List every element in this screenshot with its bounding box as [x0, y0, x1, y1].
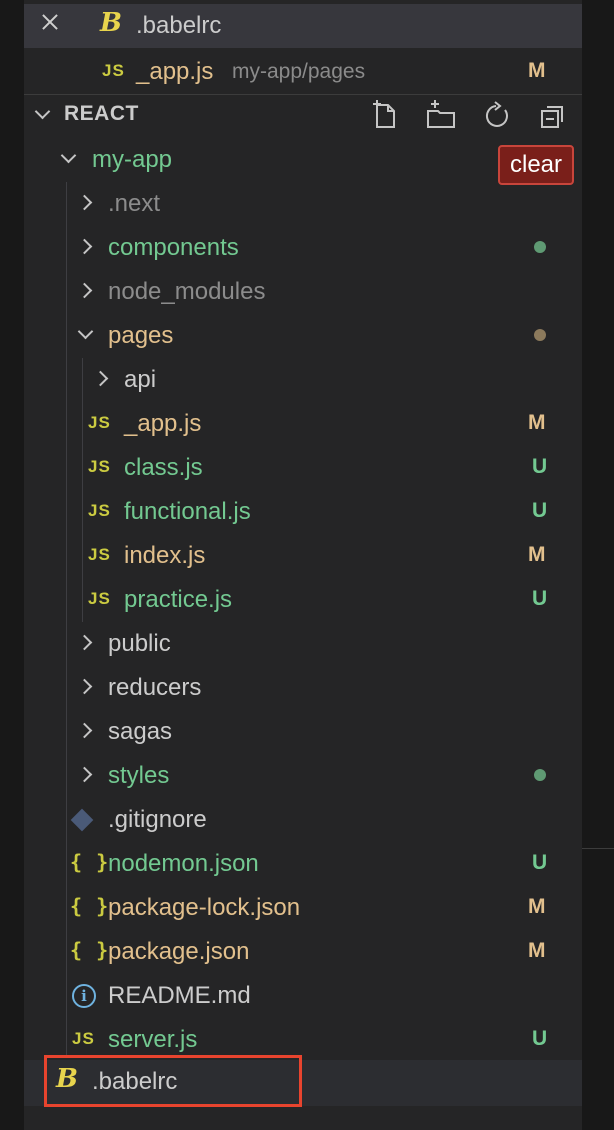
info-icon: i — [72, 984, 96, 1008]
json-file-icon: { } — [70, 894, 110, 918]
js-file-icon: JS — [102, 61, 125, 80]
folder-styles[interactable]: styles — [108, 762, 169, 790]
untracked-dot — [534, 769, 546, 781]
git-status-badge: U — [532, 455, 548, 478]
new-folder-icon[interactable] — [425, 100, 457, 132]
file-class-js[interactable]: class.js — [124, 454, 203, 482]
file-nodemon-json[interactable]: nodemon.json — [108, 850, 259, 878]
folder-my-app[interactable]: my-app — [92, 146, 172, 174]
open-editor-label: _app.js — [136, 58, 214, 85]
js-file-icon: JS — [88, 413, 111, 432]
folder-next[interactable]: .next — [108, 190, 160, 218]
git-status-badge: M — [528, 939, 546, 962]
open-editor-label: .babelrc — [136, 12, 222, 39]
file-practice-js[interactable]: practice.js — [124, 586, 232, 614]
git-status-badge: U — [532, 499, 548, 522]
file-package-json[interactable]: package.json — [108, 938, 249, 966]
file-package-lock-json[interactable]: package-lock.json — [108, 894, 300, 922]
file-functional-js[interactable]: functional.js — [124, 498, 251, 526]
file-gitignore[interactable]: .gitignore — [108, 806, 207, 834]
js-file-icon: JS — [88, 457, 111, 476]
js-file-icon: JS — [72, 1029, 95, 1048]
untracked-dot — [534, 241, 546, 253]
left-gutter — [0, 0, 24, 1130]
folder-sagas[interactable]: sagas — [108, 718, 172, 746]
indent-guide — [82, 358, 83, 622]
json-file-icon: { } — [70, 938, 110, 962]
clear-button[interactable]: clear — [498, 145, 574, 185]
js-file-icon: JS — [88, 545, 111, 564]
folder-reducers[interactable]: reducers — [108, 674, 201, 702]
folder-components[interactable]: components — [108, 234, 239, 262]
git-status-badge: U — [532, 851, 548, 874]
file-server-js[interactable]: server.js — [108, 1026, 197, 1054]
babel-icon: B — [100, 8, 122, 38]
editor-edge — [582, 0, 614, 1130]
indent-guide — [66, 182, 67, 1057]
folder-public[interactable]: public — [108, 630, 171, 658]
refresh-icon[interactable] — [481, 100, 513, 132]
js-file-icon: JS — [88, 501, 111, 520]
git-status-badge: M — [528, 411, 546, 434]
highlight-outline — [44, 1055, 302, 1107]
folder-api[interactable]: api — [124, 366, 156, 394]
git-status-badge: M — [528, 59, 546, 82]
git-status-badge: M — [528, 895, 546, 918]
file-app-js[interactable]: _app.js — [124, 410, 201, 438]
git-status-badge: M — [528, 543, 546, 566]
folder-pages[interactable]: pages — [108, 322, 173, 350]
git-status-badge: U — [532, 587, 548, 610]
collapse-all-icon[interactable] — [537, 100, 569, 132]
js-file-icon: JS — [88, 589, 111, 608]
editor-divider — [582, 848, 614, 849]
json-file-icon: { } — [70, 850, 110, 874]
file-index-js[interactable]: index.js — [124, 542, 205, 570]
new-file-icon[interactable] — [369, 100, 401, 132]
explorer-title: REACT — [64, 102, 139, 125]
modified-dot — [534, 329, 546, 341]
folder-node-modules[interactable]: node_modules — [108, 278, 265, 306]
file-readme[interactable]: README.md — [108, 982, 251, 1010]
git-status-badge: U — [532, 1027, 548, 1050]
close-icon[interactable] — [40, 12, 60, 32]
open-editor-path: my-app/pages — [232, 60, 366, 83]
